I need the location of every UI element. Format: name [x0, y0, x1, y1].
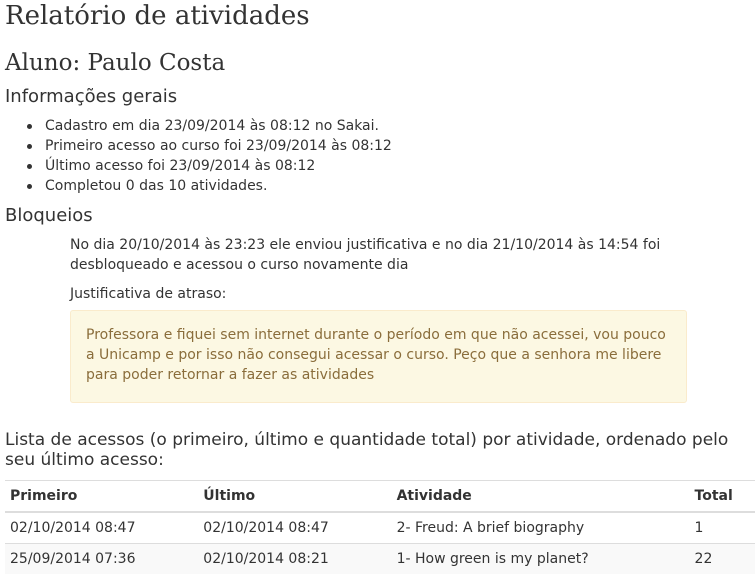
column-header-total: Total — [689, 480, 755, 513]
activity-cell: 2- Freud: A brief biography — [391, 511, 690, 544]
access-table-header: Primeiro Último Atividade Total — [5, 480, 755, 513]
justification-alert: Professora e fiquei sem internet durante… — [70, 310, 687, 403]
page-title: Relatório de atividades — [5, 1, 310, 31]
justification-label: Justificativa de atraso: — [70, 286, 227, 302]
student-name: Aluno: Paulo Costa — [5, 50, 226, 76]
last-access-info: Último acesso foi 23/09/2014 às 08:12 — [26, 156, 392, 176]
block-description-line-1: No dia 20/10/2014 às 23:23 ele enviou ju… — [70, 237, 661, 253]
first-access-info: Primeiro acesso ao curso foi 23/09/2014 … — [26, 136, 392, 156]
access-table-body: 02/10/2014 08:47 02/10/2014 08:47 2- Fre… — [5, 511, 755, 574]
column-header-activity: Atividade — [391, 480, 690, 513]
last-access-cell: 02/10/2014 08:47 — [198, 511, 392, 544]
registration-info: Cadastro em dia 23/09/2014 às 08:12 no S… — [26, 116, 392, 136]
first-access-cell: 25/09/2014 07:36 — [5, 543, 199, 574]
access-list-heading: Lista de acessos (o primeiro, último e q… — [5, 430, 729, 470]
general-info-heading: Informações gerais — [5, 86, 178, 107]
blocks-heading: Bloqueios — [5, 205, 93, 226]
access-table-header-row: Primeiro Último Atividade Total — [5, 480, 755, 513]
activity-cell: 1- How green is my planet? — [391, 543, 690, 574]
completion-info: Completou 0 das 10 atividades. — [26, 176, 392, 196]
first-access-cell: 02/10/2014 08:47 — [5, 511, 199, 544]
general-info-list: Cadastro em dia 23/09/2014 às 08:12 no S… — [26, 116, 392, 196]
table-row: 25/09/2014 07:36 02/10/2014 08:21 1- How… — [5, 543, 755, 574]
column-header-last: Último — [198, 480, 392, 513]
last-access-cell: 02/10/2014 08:21 — [198, 543, 392, 574]
access-table: Primeiro Último Atividade Total 02/10/20… — [5, 480, 755, 574]
total-cell: 1 — [689, 511, 755, 544]
block-description-line-2: desbloqueado e acessou o curso novamente… — [70, 257, 409, 273]
total-cell: 22 — [689, 543, 755, 574]
block-description: No dia 20/10/2014 às 23:23 ele enviou ju… — [70, 235, 670, 275]
column-header-first: Primeiro — [5, 480, 199, 513]
justification-text: Professora e fiquei sem internet durante… — [86, 327, 666, 383]
activity-report-page: Relatório de atividades Aluno: Paulo Cos… — [0, 0, 756, 575]
table-row: 02/10/2014 08:47 02/10/2014 08:47 2- Fre… — [5, 511, 755, 544]
